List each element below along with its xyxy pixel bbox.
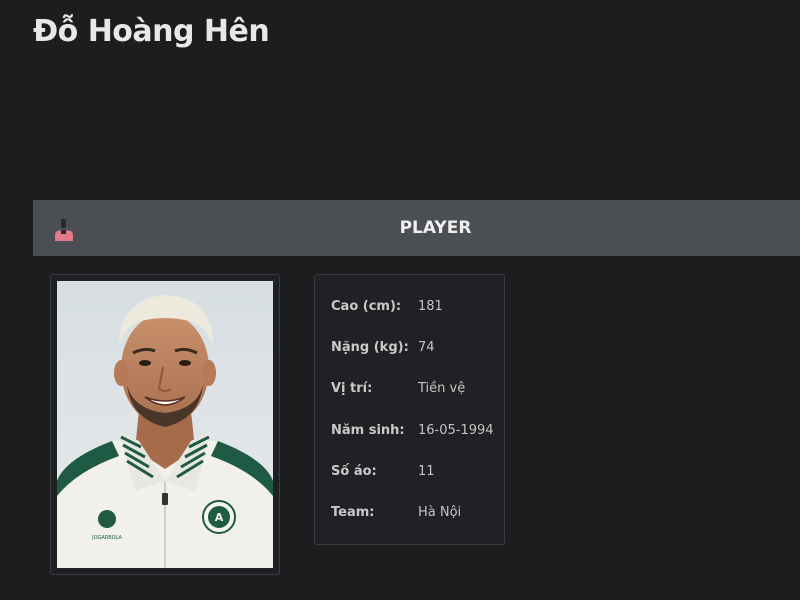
player-info-card: Cao (cm): 181 Nặng (kg): 74 Vị trí: Tiền… [314,274,505,545]
info-label: Vị trí: [331,381,373,396]
info-label: Team: [331,505,375,520]
info-row-shirt-number: Số áo: 11 [331,462,496,482]
section-title: PLAYER [399,218,472,238]
svg-text:A: A [215,511,224,524]
info-row-weight: Nặng (kg): 74 [331,338,496,358]
info-label: Năm sinh: [331,423,405,438]
info-value: Tiền vệ [418,381,466,396]
info-value: 181 [418,299,443,314]
info-row-team: Team: Hà Nội [331,503,496,523]
page-title: Đỗ Hoàng Hên [33,14,270,49]
svg-text:JOGARBOLA: JOGARBOLA [91,535,122,541]
player-profile-page: Đỗ Hoàng Hên PLAYER JOGARBOLA A Cao (cm)… [0,0,800,600]
info-value: Hà Nội [418,505,462,520]
info-value: 74 [418,340,435,355]
info-row-birth-date: Năm sinh: 16-05-1994 [331,421,496,441]
info-label: Nặng (kg): [331,340,409,355]
info-value: 11 [418,464,435,479]
info-row-height: Cao (cm): 181 [331,297,496,317]
info-label: Số áo: [331,464,377,479]
info-label: Cao (cm): [331,299,402,314]
player-photo-frame: JOGARBOLA A [50,274,280,575]
info-row-position: Vị trí: Tiền vệ [331,379,496,399]
player-section-header: PLAYER [33,200,800,256]
info-value: 16-05-1994 [418,423,494,438]
player-photo: JOGARBOLA A [57,281,273,568]
